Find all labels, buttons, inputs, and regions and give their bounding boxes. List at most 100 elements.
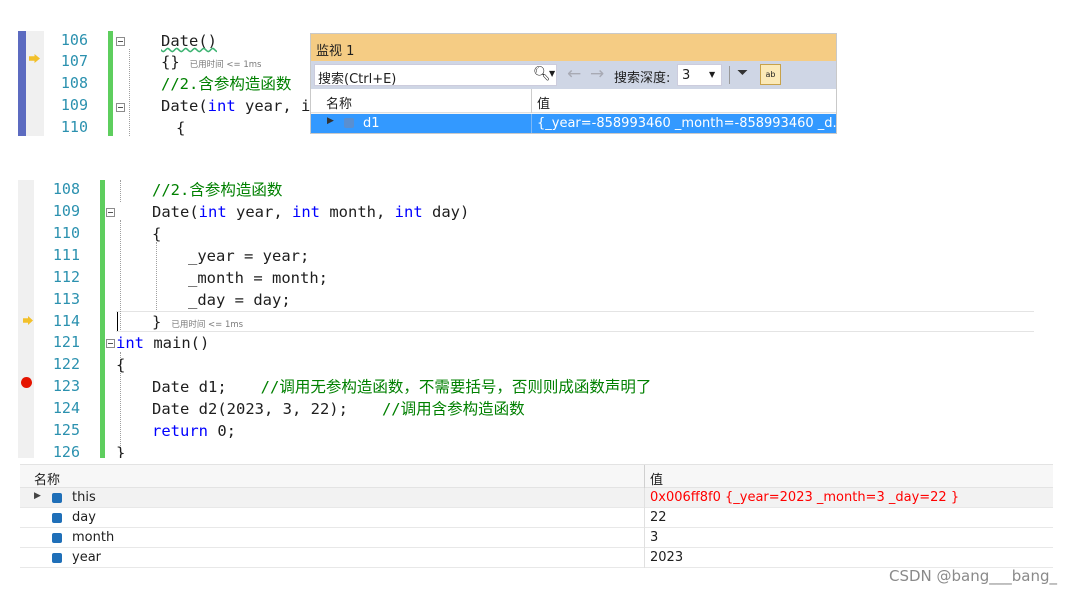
watch-col-name[interactable]: 名称 <box>326 93 352 112</box>
line-number: 122 <box>52 355 80 373</box>
line-number: 121 <box>52 333 80 351</box>
keyword: int <box>116 334 144 352</box>
column-divider <box>644 508 645 528</box>
code-line: return 0; <box>152 421 236 443</box>
expand-arrow-icon[interactable]: ▶ <box>34 491 41 501</box>
indent-guide <box>129 49 130 136</box>
chevron-down-icon[interactable]: ▼ <box>549 69 555 78</box>
column-divider <box>644 548 645 568</box>
code-text: month, <box>320 203 395 221</box>
line-number: 126 <box>52 443 80 458</box>
back-arrow-icon[interactable]: ← <box>567 64 581 84</box>
watch-header: 名称 值 <box>311 89 836 113</box>
line-number: 107 <box>60 52 88 70</box>
locals-row-month[interactable]: month 3 <box>20 528 1053 548</box>
watch-row-d1[interactable]: ▶ d1 {_year=-858993460 _month=-858993460… <box>311 114 836 133</box>
collapse-toggle-icon[interactable] <box>116 103 125 112</box>
locals-row-name: this <box>72 490 96 505</box>
locals-row-day[interactable]: day 22 <box>20 508 1053 528</box>
code-text: year, in <box>245 97 310 115</box>
locals-row-name: day <box>72 510 96 525</box>
code-line: {} 已用时间 <= 1ms <box>161 52 261 77</box>
column-divider[interactable] <box>644 465 645 489</box>
line-number: 123 <box>52 377 80 395</box>
main-editor: 108 109 110 111 112 113 114 121 122 123 … <box>18 180 1034 458</box>
line-number: 109 <box>52 202 80 220</box>
code-line: _day = day; <box>188 291 291 309</box>
watch-search-box[interactable]: 搜索(Ctrl+E) 🔍︎ ▼ <box>314 64 557 87</box>
code-text: } <box>152 313 162 331</box>
editor-margin-bar <box>18 31 26 136</box>
keyword: int <box>292 203 320 221</box>
line-number: 108 <box>52 180 80 198</box>
code-line: Date(int year, in <box>161 96 310 118</box>
top-editor: 106 107 108 109 110 Date() {} 已用时间 <= 1ms… <box>18 31 310 136</box>
watch-col-value[interactable]: 值 <box>537 93 550 112</box>
code-line: { <box>152 225 162 243</box>
code-text: year, <box>226 203 292 221</box>
search-depth-select[interactable]: 3 ▼ <box>677 64 722 86</box>
collapse-toggle-icon[interactable] <box>106 208 115 217</box>
column-divider[interactable] <box>531 89 532 113</box>
line-number: 108 <box>60 74 88 92</box>
code-line: _year = year; <box>188 247 310 265</box>
locals-row-this[interactable]: ▶ this 0x006ff8f0 {_year=2023 _month=3 _… <box>20 488 1053 508</box>
chevron-down-icon: ▼ <box>709 70 716 79</box>
code-text: Date d2(2023, 3, 22); <box>152 400 348 418</box>
code-text: {} <box>161 53 180 71</box>
code-text: 0; <box>208 422 236 440</box>
line-number: 125 <box>52 421 80 439</box>
change-bar <box>100 180 105 458</box>
code-line: Date d2(2023, 3, 22); //调用含参构造函数 <box>152 399 525 421</box>
change-bar <box>108 31 113 136</box>
elapsed-time-hint: 已用时间 <= 1ms <box>171 320 244 330</box>
collapse-toggle-icon[interactable] <box>106 339 115 348</box>
variable-cube-icon <box>52 533 62 543</box>
locals-row-value: 3 <box>650 530 659 545</box>
variable-cube-icon <box>52 493 62 503</box>
locals-col-value[interactable]: 值 <box>650 469 663 488</box>
locals-row-name: year <box>72 550 102 565</box>
keyword: int <box>207 97 236 115</box>
line-number: 110 <box>60 118 88 136</box>
locals-col-name[interactable]: 名称 <box>34 469 60 488</box>
code-line: int main() <box>116 333 209 355</box>
toolbar-separator <box>729 66 730 84</box>
column-divider <box>531 114 532 133</box>
indent-guide <box>120 180 121 202</box>
elapsed-time-hint: 已用时间 <= 1ms <box>189 60 262 70</box>
line-number: 110 <box>52 224 80 242</box>
watch-title-bar[interactable]: 监视 1 <box>311 34 836 61</box>
locals-row-value: 0x006ff8f0 {_year=2023 _month=3 _day=22 … <box>650 490 960 505</box>
watch-search-input[interactable]: 搜索(Ctrl+E) <box>318 68 396 87</box>
line-number: 111 <box>52 246 80 264</box>
search-depth-label: 搜索深度: <box>614 71 671 86</box>
variable-cube-icon <box>52 513 62 523</box>
indent-guide <box>120 220 121 330</box>
locals-row-name: month <box>72 530 115 545</box>
watermark: CSDN @bang___bang_ <box>889 567 1058 585</box>
breakpoint-icon[interactable] <box>21 377 32 388</box>
column-divider <box>644 488 645 508</box>
current-line-highlight <box>116 311 1034 332</box>
keyword: return <box>152 422 208 440</box>
code-line: Date(int year, int month, int day) <box>152 202 469 224</box>
code-text: Date( <box>161 97 208 115</box>
code-line: } <box>116 444 126 458</box>
code-comment: //调用含参构造函数 <box>381 400 525 418</box>
collapse-toggle-icon[interactable] <box>116 37 125 46</box>
forward-arrow-icon[interactable]: → <box>590 64 604 84</box>
line-number: 124 <box>52 399 80 417</box>
search-depth-value: 3 <box>682 68 691 83</box>
keyword: int <box>198 203 227 221</box>
indent-guide <box>156 242 157 310</box>
locals-row-year[interactable]: year 2023 <box>20 548 1053 568</box>
watch-title: 监视 1 <box>316 44 355 59</box>
line-number: 114 <box>52 312 80 330</box>
line-number: 113 <box>52 290 80 308</box>
code-comment: //2.含参构造函数 <box>152 181 283 199</box>
filter-icon[interactable]: ⏷ <box>737 65 748 81</box>
expand-arrow-icon[interactable]: ▶ <box>327 116 334 126</box>
code-line: Date() <box>161 31 217 53</box>
hex-display-icon[interactable]: ab <box>760 64 781 85</box>
